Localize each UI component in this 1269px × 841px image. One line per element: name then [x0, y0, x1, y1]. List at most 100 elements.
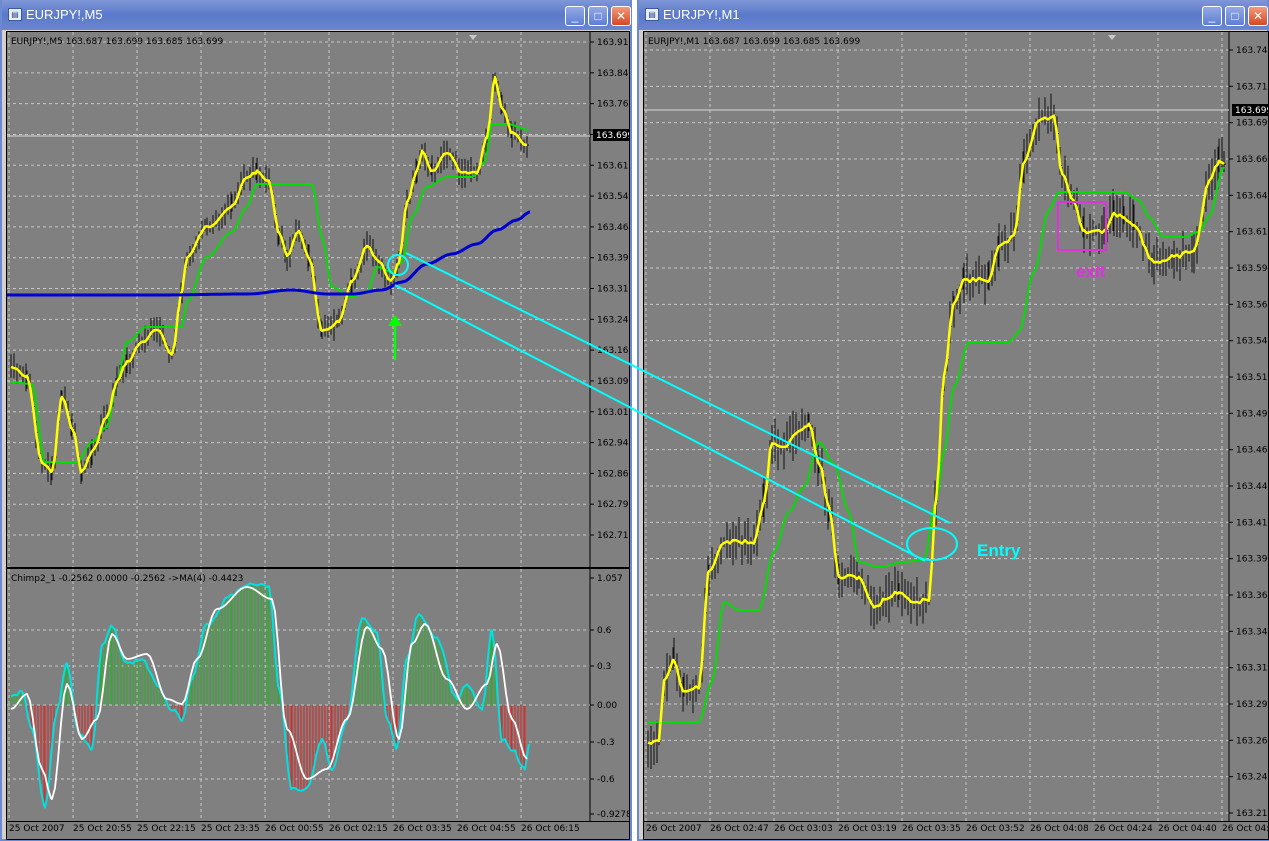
price-tick-label: 163.915 [597, 38, 630, 48]
title-bar[interactable]: ▤ EURJPY!,M5 _ □ ✕ [2, 0, 631, 30]
price-tick-label: 163.740 [1236, 46, 1269, 56]
osc-tick-label: 1.057 [597, 574, 623, 584]
shift-marker-icon [1108, 35, 1116, 40]
time-tick-label: 26 Oct 03:35 [902, 824, 961, 834]
slow-ma-line [648, 166, 1225, 723]
price-tick-label: 163.440 [1236, 482, 1269, 492]
price-tick-label: 163.315 [1236, 664, 1269, 674]
price-tick-label: 163.615 [1236, 228, 1269, 238]
maximize-button[interactable]: □ [588, 6, 608, 26]
price-tick-label: 162.865 [597, 469, 630, 479]
long-ma-line [7, 210, 531, 297]
price-tick-label: 163.215 [1236, 809, 1269, 819]
time-tick-label: 26 Oct 04:08 [1030, 824, 1089, 834]
minimize-button[interactable]: _ [1202, 6, 1222, 26]
time-axis: 25 Oct 2007 25 Oct 20:55 25 Oct 22:15 25 Oc… [6, 822, 630, 840]
price-tick-label: 163.665 [1236, 155, 1269, 165]
price-tick-label: 163.615 [597, 161, 630, 171]
time-axis: 26 Oct 2007 26 Oct 02:47 26 Oct 03:03 26 Oc… [643, 822, 1269, 840]
oscillator-header: Chimp2_1 -0.2562 0.0000 -0.2562 ->MA(4) … [11, 574, 244, 584]
time-tick-label: 25 Oct 23:35 [201, 824, 260, 834]
price-tick-label: 163.365 [1236, 591, 1269, 601]
price-tick-label: 163.165 [597, 346, 630, 356]
price-tick-label: 163.390 [597, 254, 630, 264]
time-tick-label: 26 Oct 03:52 [966, 824, 1025, 834]
time-tick-label: 25 Oct 2007 [9, 824, 65, 834]
maximize-button[interactable]: □ [1225, 6, 1245, 26]
fast-ma-line [647, 114, 1225, 745]
title-bar[interactable]: ▤ EURJPY!,M1 _ □ ✕ [639, 0, 1268, 30]
price-chart-svg: 163.915163.840163.765163.690163.615163.5… [7, 32, 630, 567]
price-tick-label: 163.390 [1236, 555, 1269, 565]
price-tick-label: 163.465 [597, 223, 630, 233]
price-tick-label: 163.340 [1236, 627, 1269, 637]
time-tick-label: 26 Oct 00:55 [265, 824, 324, 834]
price-chart-pane[interactable]: 163.915163.840163.765163.690163.615163.5… [6, 31, 630, 568]
time-tick-label: 26 Oct 2007 [646, 824, 702, 834]
time-tick-label: 26 Oct 04:5 [1222, 824, 1269, 834]
price-tick-label: 163.540 [1236, 337, 1269, 347]
chart-window-icon: ▤ [645, 8, 659, 21]
current-price-label: 163.699 [1235, 106, 1269, 116]
osc-tick-label: -0.9278 [597, 810, 630, 820]
price-tick-label: 163.015 [597, 408, 630, 418]
time-tick-label: 26 Oct 06:15 [521, 824, 580, 834]
window-title: EURJPY!,M1 [663, 7, 740, 22]
price-tick-label: 163.590 [1236, 264, 1269, 274]
osc-tick-label: 0.6 [597, 626, 612, 636]
osc-tick-label: -0.6 [597, 775, 615, 785]
osc-tick-label: 0.3 [597, 662, 611, 672]
price-tick-label: 163.840 [597, 69, 630, 79]
chart-header: EURJPY!,M5 163.687 163.699 163.685 163.6… [11, 37, 224, 47]
price-tick-label: 163.540 [597, 192, 630, 202]
price-tick-label: 163.240 [1236, 773, 1269, 783]
price-tick-label: 163.715 [1236, 82, 1269, 92]
shift-marker-icon [469, 35, 477, 40]
time-tick-label: 25 Oct 20:55 [73, 824, 132, 834]
chart-window-m1[interactable]: ▤ EURJPY!,M1 _ □ ✕ 163.740 163.715 163.690… [637, 0, 1269, 841]
chart-header: EURJPY!,M1 163.687 163.699 163.685 163.6… [648, 37, 861, 47]
time-tick-label: 26 Oct 03:03 [774, 824, 833, 834]
price-tick-label: 163.290 [1236, 700, 1269, 710]
time-tick-label: 26 Oct 04:55 [457, 824, 516, 834]
price-tick-label: 163.690 [1236, 119, 1269, 129]
osc-tick-label: -0.3 [597, 738, 615, 748]
oscillator-fast-line [10, 582, 530, 809]
price-tick-label: 162.940 [597, 439, 630, 449]
price-tick-label: 163.465 [1236, 446, 1269, 456]
price-tick-label: 163.415 [1236, 518, 1269, 528]
chart-window-m5[interactable]: ▤ EURJPY!,M5 _ □ ✕ 163.915 163.840 163.765… [0, 0, 632, 841]
price-tick-label: 163.515 [1236, 373, 1269, 383]
current-price-label: 163.699 [596, 131, 630, 141]
time-tick-label: 26 Oct 03:35 [393, 824, 452, 834]
entry-arrow-icon [388, 315, 402, 326]
window-title: EURJPY!,M5 [26, 7, 103, 22]
price-chart-svg: 163.740 163.715 163.690 163.665 163.640 163.6… [644, 32, 1269, 821]
price-tick-label: 163.090 [597, 377, 630, 387]
price-tick-label: 163.490 [1236, 409, 1269, 419]
close-button[interactable]: ✕ [611, 6, 631, 26]
price-tick-label: 163.765 [597, 100, 630, 110]
price-tick-label: 162.790 [597, 500, 630, 510]
time-tick-label: 26 Oct 04:40 [1158, 824, 1217, 834]
osc-tick-label: 0.00 [597, 701, 617, 711]
minimize-button[interactable]: _ [565, 6, 585, 26]
price-tick-label: 163.240 [597, 315, 630, 325]
price-tick-label: 162.715 [597, 531, 630, 541]
price-tick-label: 163.265 [1236, 736, 1269, 746]
time-tick-label: 26 Oct 02:47 [710, 824, 769, 834]
time-tick-label: 26 Oct 03:19 [838, 824, 897, 834]
time-tick-label: 26 Oct 04:24 [1094, 824, 1153, 834]
close-button[interactable]: ✕ [1248, 6, 1268, 26]
price-chart-pane[interactable]: 163.740 163.715 163.690 163.665 163.640 163.6… [643, 31, 1269, 822]
oscillator-pane[interactable]: 1.057 0.6 0.3 0.00 -0.3 -0.6 -0.9278 Chimp2_1 … [6, 568, 630, 822]
price-tick-label: 163.640 [1236, 191, 1269, 201]
oscillator-svg: 1.057 0.6 0.3 0.00 -0.3 -0.6 -0.9278 [7, 569, 630, 821]
chart-window-icon: ▤ [8, 8, 22, 21]
entry-label: Entry [977, 541, 1021, 560]
time-tick-label: 25 Oct 22:15 [137, 824, 196, 834]
time-tick-label: 26 Oct 02:15 [329, 824, 388, 834]
price-tick-label: 163.565 [1236, 300, 1269, 310]
exit-label: exit [1076, 262, 1106, 281]
price-tick-label: 163.315 [597, 285, 630, 295]
